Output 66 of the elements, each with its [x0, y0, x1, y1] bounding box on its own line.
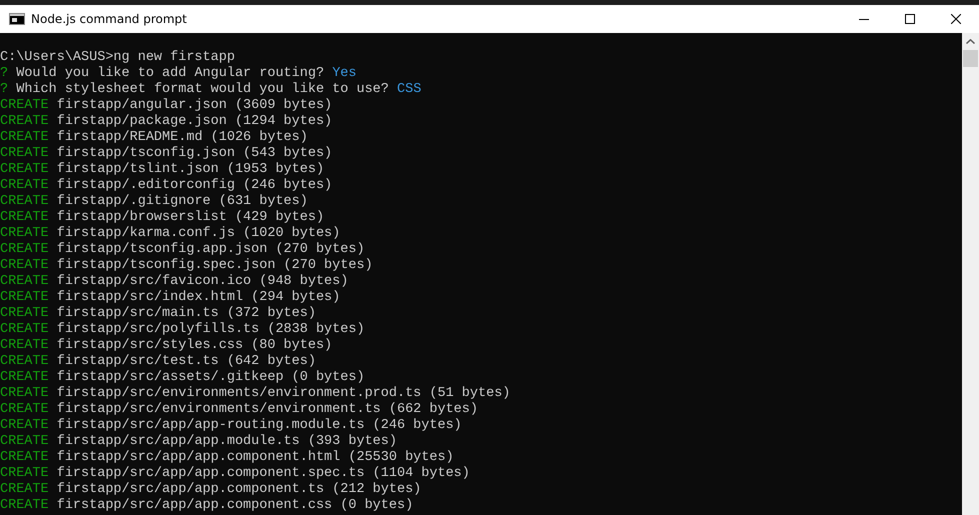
- file-path-text: firstapp/tsconfig.json (543 bytes): [56, 146, 332, 162]
- file-path-text: firstapp/src/app/app-routing.module.ts (246 bytes): [56, 418, 462, 434]
- file-path-text: firstapp/README.md (1026 bytes): [56, 130, 308, 146]
- action-label: CREATE: [0, 386, 49, 402]
- action-label: CREATE: [0, 290, 49, 306]
- action-label: CREATE: [0, 450, 49, 466]
- file-path-text: firstapp/src/environments/environment.prod.ts (51 bytes): [56, 386, 510, 402]
- file-path-text: firstapp/src/styles.css (80 bytes): [56, 338, 332, 354]
- file-path-text: firstapp/src/assets/.gitkeep (0 bytes): [56, 370, 365, 386]
- action-label: CREATE: [0, 498, 49, 514]
- question-text: Which stylesheet format would you like to use?: [16, 82, 389, 98]
- action-label: CREATE: [0, 162, 49, 178]
- window-title: Node.js command prompt: [31, 12, 188, 26]
- prompt-mark: ?: [0, 82, 8, 98]
- console-icon: [9, 13, 25, 25]
- scroll-thumb[interactable]: [963, 50, 978, 67]
- action-label: CREATE: [0, 194, 49, 210]
- action-label: CREATE: [0, 482, 49, 498]
- prompt-mark: ?: [0, 66, 8, 82]
- file-path-text: firstapp/karma.conf.js (1020 bytes): [56, 226, 340, 242]
- action-label: CREATE: [0, 226, 49, 242]
- action-label: CREATE: [0, 98, 49, 114]
- file-path-text: firstapp/src/environments/environment.ts (662 bytes): [56, 402, 478, 418]
- file-path-text: firstapp/src/test.ts (642 bytes): [56, 354, 316, 370]
- file-path-text: firstapp/src/app/app.module.ts (393 bytes): [56, 434, 397, 450]
- action-label: CREATE: [0, 322, 49, 338]
- file-path-text: firstapp/tsconfig.app.json (270 bytes): [56, 242, 365, 258]
- answer-text: CSS: [397, 82, 422, 98]
- file-path-text: firstapp/tslint.json (1953 bytes): [56, 162, 324, 178]
- question-text: Would you like to add Angular routing?: [16, 66, 324, 82]
- action-label: CREATE: [0, 242, 49, 258]
- file-path-text: firstapp/package.json (1294 bytes): [56, 114, 332, 130]
- action-label: CREATE: [0, 338, 49, 354]
- file-path-text: firstapp/.gitignore (631 bytes): [56, 194, 308, 210]
- action-label: CREATE: [0, 210, 49, 226]
- action-label: CREATE: [0, 146, 49, 162]
- action-label: CREATE: [0, 466, 49, 482]
- file-path-text: firstapp/src/favicon.ico (948 bytes): [56, 274, 348, 290]
- action-label: CREATE: [0, 130, 49, 146]
- action-label: CREATE: [0, 434, 49, 450]
- scrollbar[interactable]: [962, 33, 979, 515]
- close-icon: [951, 14, 961, 24]
- file-path-text: firstapp/src/app/app.component.spec.ts (1104 bytes): [56, 466, 470, 482]
- action-label: CREATE: [0, 178, 49, 194]
- action-label: CREATE: [0, 274, 49, 290]
- file-path-text: firstapp/src/app/app.component.css (0 bytes): [56, 498, 414, 514]
- file-path-text: firstapp/browserslist (429 bytes): [56, 210, 324, 226]
- action-label: CREATE: [0, 418, 49, 434]
- file-path-text: firstapp/angular.json (3609 bytes): [56, 98, 332, 114]
- caret-up-icon: [966, 39, 975, 44]
- file-path-text: firstapp/tsconfig.spec.json (270 bytes): [56, 258, 373, 274]
- file-path-text: firstapp/src/main.ts (372 bytes): [56, 306, 316, 322]
- action-label: CREATE: [0, 370, 49, 386]
- file-path-text: firstapp/src/app/app.component.ts (212 bytes): [56, 482, 422, 498]
- command-text: C:\Users\ASUS>ng new firstapp: [0, 50, 235, 66]
- answer-text: Yes: [332, 66, 356, 82]
- action-label: CREATE: [0, 402, 49, 418]
- action-label: CREATE: [0, 258, 49, 274]
- file-path-text: firstapp/src/index.html (294 bytes): [56, 290, 340, 306]
- action-label: CREATE: [0, 306, 49, 322]
- file-path-text: firstapp/src/polyfills.ts (2838 bytes): [56, 322, 365, 338]
- action-label: CREATE: [0, 354, 49, 370]
- file-path-text: firstapp/src/app/app.component.html (25530 bytes): [56, 450, 454, 466]
- maximize-icon: [905, 14, 915, 24]
- file-path-text: firstapp/.editorconfig (246 bytes): [56, 178, 332, 194]
- action-label: CREATE: [0, 114, 49, 130]
